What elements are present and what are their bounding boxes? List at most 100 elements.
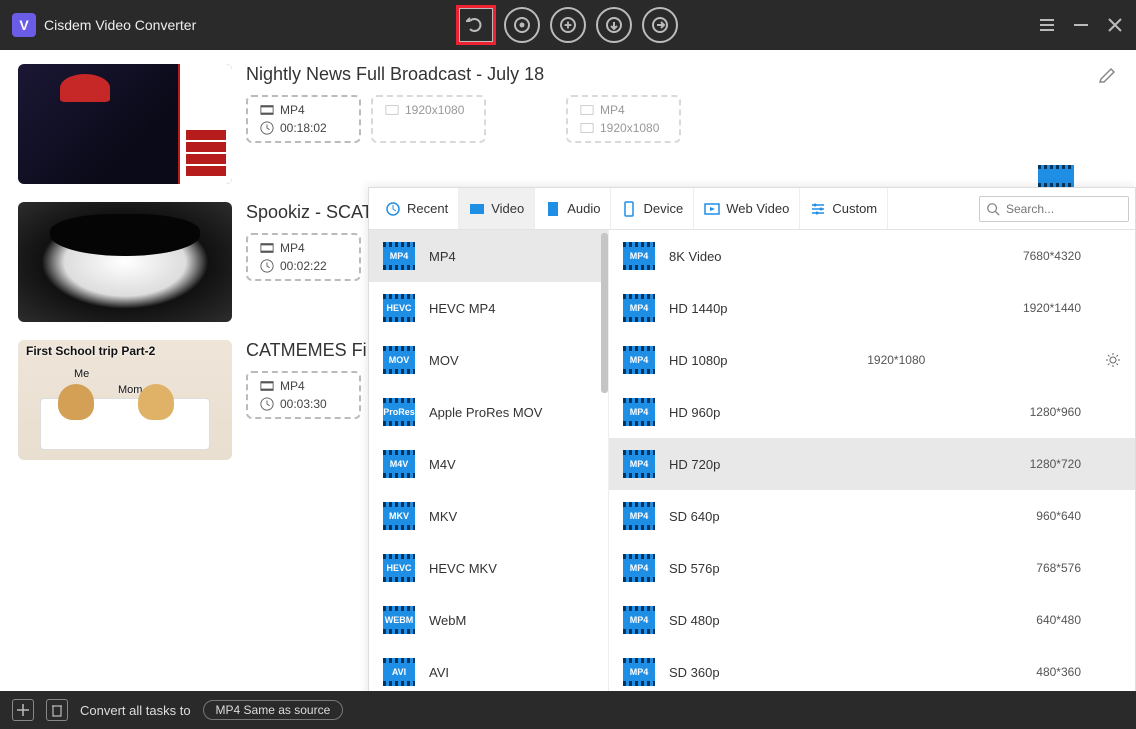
container-label: WebM xyxy=(429,613,466,628)
container-item[interactable]: HEVCHEVC MKV xyxy=(369,542,608,594)
output-format-pill[interactable]: MP4 Same as source xyxy=(203,700,344,720)
video-thumbnail[interactable] xyxy=(18,64,232,184)
video-thumbnail[interactable] xyxy=(18,202,232,322)
convert-mode-icon[interactable] xyxy=(458,7,494,43)
edit-icon[interactable] xyxy=(1098,64,1118,87)
output-format-icon[interactable] xyxy=(1038,165,1074,187)
preset-item[interactable]: MP4 SD 576p 768*576 xyxy=(609,542,1135,594)
preset-resolution: 1920*1440 xyxy=(1023,301,1081,315)
preset-list: MP4 8K Video 7680*4320 MP4HD 1440p1920*1440… xyxy=(609,230,1135,691)
video-title: Nightly News Full Broadcast - July 18 xyxy=(246,64,1118,85)
container-item[interactable]: AVI AVI xyxy=(369,646,608,691)
container-label: MOV xyxy=(429,353,459,368)
tab-web-video[interactable]: Web Video xyxy=(694,188,800,229)
convert-all-label: Convert all tasks to xyxy=(80,703,191,718)
minimize-icon[interactable] xyxy=(1072,16,1090,34)
format-badge-icon: MP4 xyxy=(383,242,415,270)
tab-custom[interactable]: Custom xyxy=(800,188,888,229)
preset-label: HD 720p xyxy=(669,457,720,472)
reel-down-icon[interactable] xyxy=(596,7,632,43)
video-row: Nightly News Full Broadcast - July 18 MP… xyxy=(18,64,1118,184)
preset-resolution: 640*480 xyxy=(1036,613,1081,627)
main-area: Nightly News Full Broadcast - July 18 MP… xyxy=(0,50,1136,691)
preset-resolution: 7680*4320 xyxy=(1023,249,1081,263)
container-item[interactable]: ProResApple ProRes MOV xyxy=(369,386,608,438)
app-logo: V xyxy=(12,13,36,37)
reel-plus-icon[interactable]: + xyxy=(550,7,586,43)
preset-resolution: 960*640 xyxy=(1036,509,1081,523)
scrollbar-thumb[interactable] xyxy=(601,233,608,393)
format-badge-icon: MP4 xyxy=(623,346,655,374)
window-controls xyxy=(1038,16,1124,34)
container-label: MP4 xyxy=(429,249,456,264)
preset-item[interactable]: MP4SD 360p480*360 xyxy=(609,646,1135,691)
format-badge-icon: AVI xyxy=(383,658,415,686)
container-item[interactable]: WEBM WebM xyxy=(369,594,608,646)
format-search[interactable] xyxy=(979,196,1129,222)
meta-box-out2[interactable]: MP4 1920x1080 xyxy=(566,95,681,143)
tab-device[interactable]: Device xyxy=(611,188,694,229)
format-badge-icon: MKV xyxy=(383,502,415,530)
meta-box[interactable]: MP4 00:03:30 xyxy=(246,371,361,419)
preset-label: SD 640p xyxy=(669,509,720,524)
meta-box[interactable]: MP4 00:02:22 xyxy=(246,233,361,281)
preset-item[interactable]: MP4HD 720p1280*720 xyxy=(609,438,1135,490)
preset-item[interactable]: MP4HD 1080p1920*1080 xyxy=(609,334,1135,386)
preset-item[interactable]: MP4 SD 640p 960*640 xyxy=(609,490,1135,542)
container-label: MKV xyxy=(429,509,457,524)
format-badge-icon: MP4 xyxy=(623,242,655,270)
container-label: AVI xyxy=(429,665,449,680)
preset-item[interactable]: MP4HD 960p1280*960 xyxy=(609,386,1135,438)
add-file-button[interactable] xyxy=(12,699,34,721)
preset-resolution: 1920*1080 xyxy=(867,353,925,367)
format-badge-icon: MP4 xyxy=(623,554,655,582)
video-thumbnail[interactable]: First School trip Part-2 Me Mom xyxy=(18,340,232,460)
sync-mode-icon[interactable] xyxy=(504,7,540,43)
container-item[interactable]: HEVCHEVC MP4 xyxy=(369,282,608,334)
tab-audio[interactable]: Audio xyxy=(535,188,611,229)
container-label: M4V xyxy=(429,457,456,472)
preset-item[interactable]: MP4 8K Video 7680*4320 xyxy=(609,230,1135,282)
reel-out-icon[interactable] xyxy=(642,7,678,43)
bottombar: Convert all tasks to MP4 Same as source xyxy=(0,691,1136,729)
preset-label: SD 480p xyxy=(669,613,720,628)
delete-button[interactable] xyxy=(46,699,68,721)
format-badge-icon: MP4 xyxy=(623,502,655,530)
container-label: HEVC MP4 xyxy=(429,301,495,316)
preset-label: 8K Video xyxy=(669,249,722,264)
format-badge-icon: ProRes xyxy=(383,398,415,426)
menu-icon[interactable] xyxy=(1038,16,1056,34)
format-badge-icon: MP4 xyxy=(623,450,655,478)
gear-icon[interactable] xyxy=(1105,352,1121,368)
format-tabs: Recent Video Audio Device Web Video Cust… xyxy=(369,188,1135,230)
format-badge-icon: MP4 xyxy=(623,294,655,322)
svg-text:+: + xyxy=(564,18,571,32)
container-item[interactable]: MP4 MP4 xyxy=(369,230,608,282)
format-badge-icon: WEBM xyxy=(383,606,415,634)
format-badge-icon: MOV xyxy=(383,346,415,374)
preset-resolution: 768*576 xyxy=(1036,561,1081,575)
container-item[interactable]: MOV MOV xyxy=(369,334,608,386)
meta-format: MP4 xyxy=(280,103,305,117)
format-dropdown-panel: Recent Video Audio Device Web Video Cust… xyxy=(368,187,1136,691)
container-label: HEVC MKV xyxy=(429,561,497,576)
preset-label: HD 960p xyxy=(669,405,720,420)
app-title: Cisdem Video Converter xyxy=(44,17,196,33)
container-item[interactable]: MKV MKV xyxy=(369,490,608,542)
preset-label: SD 576p xyxy=(669,561,720,576)
search-input[interactable] xyxy=(1006,202,1122,216)
container-item[interactable]: M4V M4V xyxy=(369,438,608,490)
preset-item[interactable]: MP4HD 1440p1920*1440 xyxy=(609,282,1135,334)
tab-recent[interactable]: Recent xyxy=(375,188,459,229)
tab-video[interactable]: Video xyxy=(459,188,535,229)
format-badge-icon: M4V xyxy=(383,450,415,478)
format-badge-icon: MP4 xyxy=(623,606,655,634)
preset-resolution: 480*360 xyxy=(1036,665,1081,679)
close-icon[interactable] xyxy=(1106,16,1124,34)
container-list: MP4 MP4 HEVCHEVC MP4 MOV MOV ProResApple ProR… xyxy=(369,230,609,691)
preset-item[interactable]: MP4 SD 480p 640*480 xyxy=(609,594,1135,646)
preset-resolution: 1280*960 xyxy=(1030,405,1081,419)
meta-box-out[interactable]: 1920x1080 xyxy=(371,95,486,143)
preset-label: SD 360p xyxy=(669,665,720,680)
meta-box[interactable]: MP4 00:18:02 xyxy=(246,95,361,143)
